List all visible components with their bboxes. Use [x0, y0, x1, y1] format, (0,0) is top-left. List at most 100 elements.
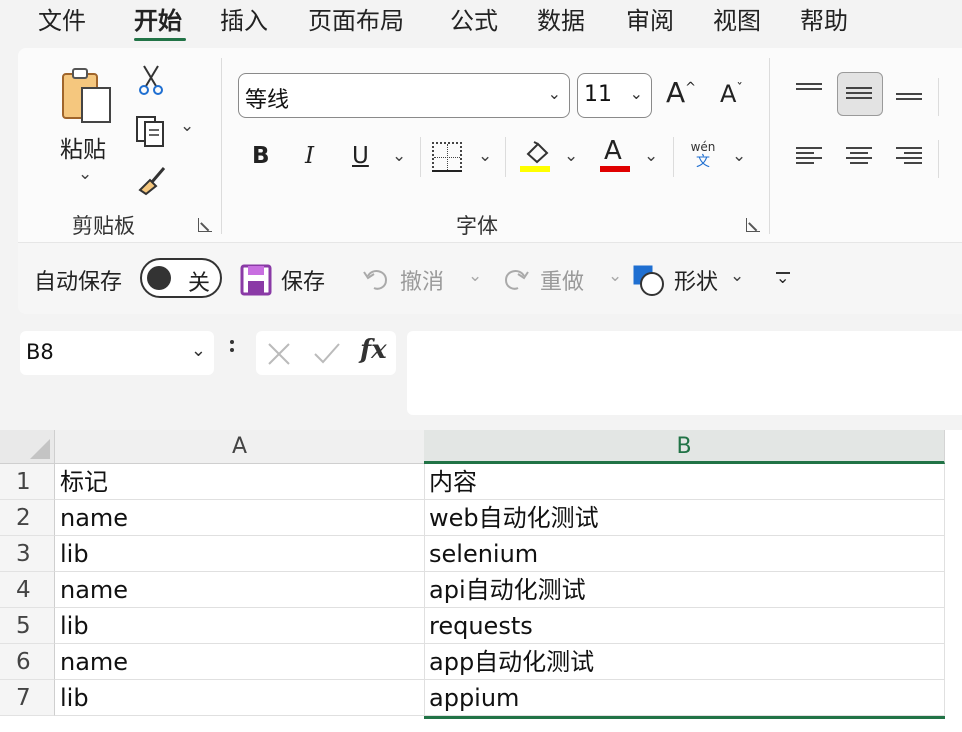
- font-color-button[interactable]: A: [604, 136, 622, 166]
- undo-icon[interactable]: [362, 264, 392, 294]
- row-header[interactable]: 6: [0, 644, 55, 680]
- phonetic-guide-button[interactable]: wén 文: [686, 140, 720, 174]
- font-group-label: 字体: [456, 214, 498, 238]
- align-bottom-icon[interactable]: [896, 90, 926, 114]
- cell-a6[interactable]: name: [55, 644, 425, 680]
- name-box[interactable]: B8 ⌄: [20, 331, 214, 375]
- column-header-b[interactable]: B: [424, 430, 945, 464]
- tab-formulas[interactable]: 公式: [450, 4, 498, 44]
- undo-dropdown-chevron[interactable]: ⌄: [468, 266, 482, 286]
- column-header-a[interactable]: A: [55, 430, 425, 464]
- cancel-icon[interactable]: [266, 341, 292, 367]
- save-button[interactable]: 保存: [281, 264, 325, 296]
- undo-button[interactable]: 撤消: [400, 264, 444, 296]
- cut-icon[interactable]: [136, 64, 166, 96]
- ribbon-divider: [673, 137, 674, 177]
- font-size-select[interactable]: 11 ⌄: [577, 73, 652, 118]
- font-size-value: 11: [584, 82, 612, 107]
- cell-a3[interactable]: lib: [55, 536, 425, 572]
- clipboard-dialog-launcher[interactable]: [198, 218, 212, 232]
- cell-a5[interactable]: lib: [55, 608, 425, 644]
- cell-a7[interactable]: lib: [55, 680, 425, 716]
- redo-icon[interactable]: [500, 264, 530, 294]
- tab-insert[interactable]: 插入: [220, 4, 268, 44]
- clipboard-group-label: 剪贴板: [72, 214, 135, 238]
- shapes-icon[interactable]: [632, 264, 666, 298]
- customize-toolbar-bar: [776, 272, 790, 274]
- tab-file[interactable]: 文件: [38, 4, 86, 44]
- row-header[interactable]: 7: [0, 680, 55, 716]
- insert-function-button[interactable]: fx: [360, 335, 387, 365]
- font-name-select[interactable]: 等线 ⌄: [238, 73, 570, 118]
- underline-button[interactable]: U: [352, 143, 369, 169]
- font-name-value: 等线: [245, 88, 290, 113]
- enter-icon[interactable]: [312, 341, 342, 367]
- chevron-down-icon: ⌄: [629, 84, 643, 103]
- increase-font-size-button[interactable]: A^: [666, 76, 696, 109]
- cell-b7[interactable]: appium: [424, 680, 945, 716]
- tab-review[interactable]: 审阅: [626, 4, 674, 44]
- chevron-down-icon: ⌄: [547, 84, 561, 103]
- align-left-icon[interactable]: [796, 144, 826, 168]
- font-color-dropdown-chevron[interactable]: ⌄: [644, 146, 658, 166]
- cell-b5[interactable]: requests: [424, 608, 945, 644]
- ribbon-divider: [938, 140, 939, 178]
- formula-controls: fx: [256, 331, 396, 375]
- fill-color-icon[interactable]: [520, 140, 554, 166]
- cell-b3[interactable]: selenium: [424, 536, 945, 572]
- cell-b2[interactable]: web自动化测试: [424, 500, 945, 536]
- fill-color-dropdown-chevron[interactable]: ⌄: [564, 146, 578, 166]
- worksheet-grid: A B 1 标记 内容 2 name web自动化测试 3 lib seleni…: [0, 430, 962, 732]
- cell-a1[interactable]: 标记: [55, 464, 425, 500]
- shapes-button[interactable]: 形状: [674, 264, 718, 296]
- redo-dropdown-chevron[interactable]: ⌄: [608, 266, 622, 286]
- ribbon-divider: [505, 137, 506, 177]
- align-top-icon[interactable]: [796, 80, 826, 104]
- paste-label: 粘贴: [60, 137, 106, 163]
- cell-b6[interactable]: app自动化测试: [424, 644, 945, 680]
- phonetic-guide-char: 文: [696, 154, 710, 170]
- customize-toolbar-icon[interactable]: ⌄: [776, 268, 789, 287]
- align-right-icon[interactable]: [896, 144, 926, 168]
- borders-dropdown-chevron[interactable]: ⌄: [478, 146, 492, 166]
- decrease-font-size-button[interactable]: Aˇ: [720, 80, 743, 108]
- chevron-down-icon: ⌄: [190, 340, 206, 361]
- tab-data[interactable]: 数据: [537, 4, 585, 44]
- font-color-swatch: [600, 166, 630, 172]
- phonetic-guide-pinyin: wén: [690, 140, 716, 154]
- copy-icon[interactable]: [134, 114, 170, 148]
- autosave-toggle[interactable]: 关: [140, 258, 222, 298]
- more-options-icon[interactable]: [230, 340, 234, 364]
- underline-dropdown-chevron[interactable]: ⌄: [392, 146, 406, 166]
- font-dialog-launcher[interactable]: [746, 218, 760, 232]
- align-middle-icon: [846, 84, 876, 108]
- phonetic-dropdown-chevron[interactable]: ⌄: [732, 146, 746, 166]
- paste-dropdown-chevron: ⌄: [78, 164, 93, 184]
- copy-dropdown-chevron[interactable]: ⌄: [180, 116, 194, 136]
- row-header[interactable]: 3: [0, 536, 55, 572]
- save-icon[interactable]: [240, 264, 272, 296]
- select-all-button[interactable]: [0, 430, 55, 464]
- row-header[interactable]: 2: [0, 500, 55, 536]
- cell-a4[interactable]: name: [55, 572, 425, 608]
- tab-page-layout[interactable]: 页面布局: [308, 4, 404, 44]
- paste-button[interactable]: 粘贴 ⌄: [54, 64, 118, 194]
- tab-help[interactable]: 帮助: [800, 4, 848, 44]
- paste-icon: [62, 68, 111, 123]
- cell-b1[interactable]: 内容: [424, 464, 945, 500]
- italic-button[interactable]: I: [305, 143, 314, 169]
- format-painter-icon[interactable]: [136, 164, 170, 196]
- tab-view[interactable]: 视图: [713, 4, 761, 44]
- row-header[interactable]: 1: [0, 464, 55, 500]
- formula-input[interactable]: [407, 331, 962, 415]
- row-header[interactable]: 4: [0, 572, 55, 608]
- redo-button[interactable]: 重做: [540, 264, 584, 296]
- borders-icon[interactable]: [432, 142, 462, 172]
- row-header[interactable]: 5: [0, 608, 55, 644]
- align-center-icon[interactable]: [846, 144, 876, 168]
- shapes-dropdown-chevron[interactable]: ⌄: [730, 266, 744, 286]
- active-cell-border: [424, 716, 945, 719]
- cell-a2[interactable]: name: [55, 500, 425, 536]
- bold-button[interactable]: B: [252, 143, 270, 169]
- cell-b4[interactable]: api自动化测试: [424, 572, 945, 608]
